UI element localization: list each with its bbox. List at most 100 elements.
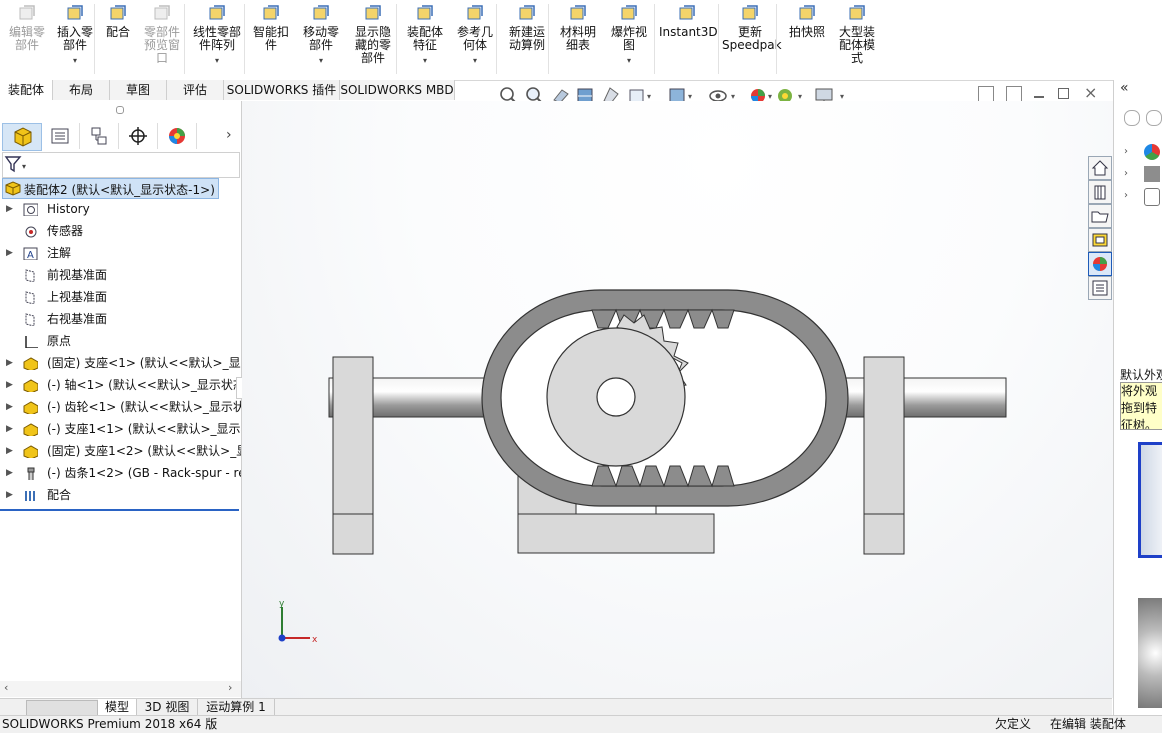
- panel-splitter-handle[interactable]: [116, 106, 124, 114]
- expand-arrow-icon[interactable]: ▶: [6, 198, 13, 220]
- tab-solidworks-mbd[interactable]: SOLIDWORKS MBD: [340, 80, 455, 100]
- dropdown-arrow-icon[interactable]: ▾: [606, 54, 652, 67]
- close-icon[interactable]: ×: [1084, 83, 1097, 102]
- task-pane-collapse-icon[interactable]: «: [1120, 80, 1129, 96]
- ribbon-button-7[interactable]: 显示隐 藏的零 部件: [348, 4, 398, 65]
- back-icon[interactable]: [1124, 110, 1140, 126]
- tree-item[interactable]: 前视基准面: [0, 264, 241, 286]
- file-explorer-icon[interactable]: [1088, 204, 1112, 228]
- ribbon-button-label: 插入零 部件: [56, 25, 93, 52]
- filter-icon[interactable]: ▾: [3, 153, 29, 175]
- tile-left-icon[interactable]: [978, 86, 994, 102]
- expand-arrow-icon[interactable]: ▶: [6, 440, 13, 462]
- tree-item[interactable]: ▶ (-) 轴<1> (默认<<默认>_显示状态-1>): [0, 374, 241, 396]
- tree-item[interactable]: ▶ (-) 齿轮<1> (默认<<默认>_显示状态-1>): [0, 396, 241, 418]
- tree-item[interactable]: 原点: [0, 330, 241, 352]
- ribbon-button-14[interactable]: 更新 Speedpak: [722, 4, 782, 52]
- scenes-tree-expander[interactable]: ›: [1124, 168, 1128, 179]
- support-right-part[interactable]: [863, 356, 905, 555]
- ribbon-button-12[interactable]: 爆炸视 图 ▾: [606, 4, 652, 67]
- design-library-icon[interactable]: [1088, 180, 1112, 204]
- forward-icon[interactable]: [1146, 110, 1162, 126]
- tab-evaluate[interactable]: 评估: [167, 80, 224, 100]
- custom-properties-icon[interactable]: [1088, 276, 1112, 300]
- tab-configuration-manager[interactable]: [80, 123, 119, 149]
- hide-show-items-icon[interactable]: ▾: [709, 90, 735, 102]
- rollback-bar[interactable]: [0, 509, 239, 511]
- ribbon-button-10[interactable]: 新建运 动算例: [503, 4, 551, 52]
- ribbon-button-8[interactable]: 装配体 特征 ▾: [402, 4, 448, 67]
- decals-folder-icon[interactable]: [1144, 188, 1160, 206]
- scroll-right-icon[interactable]: ›: [228, 681, 232, 694]
- tree-item[interactable]: ▶ (-) 支座1<1> (默认<<默认>_显示状态-1>): [0, 418, 241, 440]
- tab-3d-view[interactable]: 3D 视图: [137, 699, 198, 715]
- tree-horizontal-scrollbar[interactable]: ‹ ›: [0, 681, 241, 697]
- ribbon-button-1[interactable]: 插入零 部件 ▾: [52, 4, 98, 67]
- tree-item[interactable]: ▶ (固定) 支座<1> (默认<<默认>_显示状态-1>): [0, 352, 241, 374]
- edit-component-icon: [19, 5, 35, 20]
- tab-model[interactable]: 模型: [98, 699, 137, 715]
- dropdown-arrow-icon[interactable]: ▾: [298, 54, 344, 67]
- panel-scroll-right-icon[interactable]: ›: [226, 127, 232, 143]
- tab-feature-manager[interactable]: [2, 123, 42, 151]
- support-left-part[interactable]: [332, 356, 374, 555]
- tree-item[interactable]: 上视基准面: [0, 286, 241, 308]
- dropdown-arrow-icon[interactable]: ▾: [402, 54, 448, 67]
- tab-display-manager[interactable]: [158, 123, 197, 149]
- ribbon-button-4[interactable]: 线性零部 件阵列 ▾: [188, 4, 246, 67]
- view-palette-icon[interactable]: [1088, 228, 1112, 252]
- tree-item[interactable]: ▶ 配合: [0, 484, 241, 506]
- assembly-model[interactable]: y x: [242, 101, 1113, 698]
- ribbon-button-13[interactable]: Instant3D: [659, 4, 718, 39]
- ribbon-button-9[interactable]: 参考几 何体 ▾: [452, 4, 498, 67]
- ribbon-button-15[interactable]: 拍快照: [784, 4, 830, 39]
- graphics-area[interactable]: y x: [242, 101, 1113, 698]
- tree-item[interactable]: ▶ A 注解: [0, 242, 241, 264]
- expand-arrow-icon[interactable]: ▶: [6, 352, 13, 374]
- tree-item-label: (-) 支座1<1> (默认<<默认>_显示状态-1>): [47, 422, 241, 436]
- appearance-swatch[interactable]: [1138, 598, 1162, 708]
- scroll-left-icon[interactable]: ‹: [4, 681, 8, 694]
- tile-right-icon[interactable]: [1006, 86, 1022, 102]
- appearances-scenes-icon[interactable]: [1088, 252, 1112, 276]
- tree-root-assembly[interactable]: 装配体2 (默认<默认_显示状态-1>): [2, 178, 219, 199]
- tab-dimxpert-manager[interactable]: [119, 123, 158, 149]
- tree-item[interactable]: ▶ (固定) 支座1<2> (默认<<默认>_显示状态-1>): [0, 440, 241, 462]
- ribbon-button-6[interactable]: 移动零 部件 ▾: [298, 4, 344, 67]
- tab-motion-study-1[interactable]: 运动算例 1: [198, 699, 275, 715]
- tab-solidworks-addins[interactable]: SOLIDWORKS 插件: [224, 80, 340, 100]
- ribbon-button-3[interactable]: 零部件 预览窗 口: [138, 4, 186, 65]
- appearances-folder-icon[interactable]: [1144, 144, 1160, 160]
- expand-arrow-icon[interactable]: ▶: [6, 418, 13, 440]
- dropdown-arrow-icon[interactable]: ▾: [188, 54, 246, 67]
- ribbon-button-2[interactable]: 配合: [100, 4, 136, 39]
- expand-arrow-icon[interactable]: ▶: [6, 374, 13, 396]
- ribbon-button-5[interactable]: 智能扣 件: [248, 4, 294, 52]
- expand-arrow-icon[interactable]: ▶: [6, 242, 13, 264]
- ribbon-button-16[interactable]: 大型装 配体模 式: [833, 4, 881, 65]
- expand-arrow-icon[interactable]: ▶: [6, 396, 13, 418]
- appearance-swatch-selected[interactable]: [1138, 442, 1162, 558]
- scenes-folder-icon[interactable]: [1144, 166, 1160, 182]
- tree-item[interactable]: 传感器: [0, 220, 241, 242]
- minimize-icon[interactable]: [1034, 96, 1044, 98]
- ribbon-button-11[interactable]: 材料明 细表: [555, 4, 601, 52]
- expand-arrow-icon[interactable]: ▶: [6, 462, 13, 484]
- home-icon[interactable]: [1088, 156, 1112, 180]
- decals-tree-expander[interactable]: ›: [1124, 190, 1128, 201]
- restore-icon[interactable]: [1058, 88, 1069, 99]
- appearance-tree-expander[interactable]: ›: [1124, 146, 1128, 157]
- dropdown-arrow-icon[interactable]: ▾: [452, 54, 498, 67]
- ribbon-button-0[interactable]: 编辑零 部件: [4, 4, 50, 52]
- tab-layout[interactable]: 布局: [53, 80, 110, 100]
- tree-item[interactable]: ▶ (-) 齿条1<2> (GB - Rack-spur - rectangula…: [0, 462, 241, 484]
- expand-arrow-icon[interactable]: ▶: [6, 484, 13, 506]
- tab-assembly[interactable]: 装配体: [0, 80, 53, 100]
- tab-property-manager[interactable]: [41, 123, 80, 149]
- tree-item[interactable]: ▶ History: [0, 198, 241, 220]
- tab-scroll-buttons[interactable]: [26, 700, 98, 716]
- tree-item[interactable]: 右视基准面: [0, 308, 241, 330]
- tree-filter-box[interactable]: ▾: [2, 152, 240, 178]
- tab-sketch[interactable]: 草图: [110, 80, 167, 100]
- dropdown-arrow-icon[interactable]: ▾: [52, 54, 98, 67]
